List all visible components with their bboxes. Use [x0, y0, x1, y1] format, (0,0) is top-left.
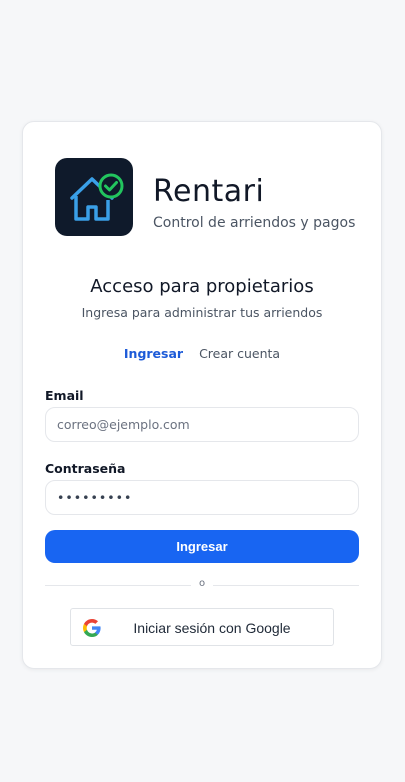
email-field[interactable]	[45, 407, 359, 442]
divider-text: o	[198, 578, 206, 589]
auth-tabs: Ingresar Crear cuenta	[23, 346, 381, 361]
email-label: Email	[45, 388, 84, 403]
brand-name: Rentari	[153, 174, 265, 209]
page-title: Acceso para propietarios	[90, 276, 314, 297]
tab-ingresar[interactable]: Ingresar	[124, 346, 183, 361]
divider-right	[213, 585, 359, 586]
brand-tagline: Control de arriendos y pagos	[153, 215, 356, 231]
password-label: Contraseña	[45, 461, 126, 476]
password-field[interactable]	[45, 480, 359, 515]
login-card: Rentari Control de arriendos y pagos Acc…	[22, 121, 382, 669]
page-subtitle: Ingresa para administrar tus arriendos	[81, 305, 323, 320]
google-signin-label: Iniciar sesión con Google	[133, 620, 291, 636]
google-signin-button[interactable]: Iniciar sesión con Google	[70, 608, 334, 646]
tab-crear-cuenta[interactable]: Crear cuenta	[199, 346, 280, 361]
login-button[interactable]: Ingresar	[45, 530, 359, 563]
divider-left	[45, 585, 191, 586]
brand-logo	[55, 158, 133, 236]
house-check-icon	[70, 173, 124, 221]
